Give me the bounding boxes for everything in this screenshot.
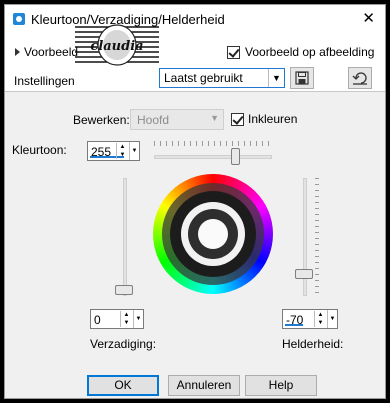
svg-text:claudia: claudia xyxy=(90,39,143,54)
saturation-spinner[interactable]: ▲ ▼ xyxy=(120,311,132,327)
expand-triangle-icon xyxy=(15,48,20,56)
colorize-label: Inkleuren xyxy=(248,112,298,126)
text-selection-underline xyxy=(285,324,303,326)
colorize-checkbox[interactable]: Inkleuren xyxy=(231,112,297,126)
ok-button[interactable]: OK xyxy=(87,375,159,396)
saturation-popup-arrow-icon[interactable]: ▼ xyxy=(133,310,143,328)
edit-channel-dropdown: Hoofd ▼ xyxy=(130,109,224,130)
hue-slider[interactable] xyxy=(154,141,272,169)
edit-label: Bewerken: xyxy=(73,113,130,127)
lightness-slider[interactable] xyxy=(295,178,319,296)
hue-spinner[interactable]: ▲ ▼ xyxy=(116,143,128,159)
lightness-spinner[interactable]: ▲ ▼ xyxy=(314,311,326,327)
saturation-slider[interactable] xyxy=(115,178,139,296)
checkbox-check-icon xyxy=(227,45,240,59)
edit-channel-value: Hoofd xyxy=(137,113,170,127)
slider-track xyxy=(154,155,272,159)
close-button[interactable]: ✕ xyxy=(362,9,375,29)
preview-panel: Voorbeeld Voorbeeld op afbeelding Instel… xyxy=(5,35,385,91)
preset-dropdown[interactable]: Laatst gebruikt ▼ xyxy=(159,68,285,88)
saturation-input[interactable]: 0 ▲ ▼ ▼ xyxy=(90,309,144,329)
claudia-watermark-logo: claudia xyxy=(75,24,159,66)
lightness-input[interactable]: -70 ▲ ▼ ▼ xyxy=(282,309,338,329)
title-bar: Kleurtoon/Verzadiging/Helderheid ✕ xyxy=(5,5,385,35)
checkbox-check-icon xyxy=(231,112,244,126)
hue-popup-arrow-icon[interactable]: ▼ xyxy=(129,142,139,160)
save-icon xyxy=(295,71,309,85)
preview-on-image-checkbox[interactable]: Voorbeeld op afbeelding xyxy=(227,45,374,59)
color-wheel xyxy=(153,174,273,294)
app-icon xyxy=(13,13,25,25)
slider-track xyxy=(123,178,127,296)
slider-ticks xyxy=(154,141,272,146)
settings-panel: Bewerken: Hoofd ▼ Inkleuren Kleurtoon: 2… xyxy=(5,91,385,398)
settings-label: Instellingen xyxy=(14,74,75,88)
lightness-label: Helderheid: xyxy=(282,337,344,351)
cancel-button[interactable]: Annuleren xyxy=(168,375,240,396)
help-button[interactable]: Help xyxy=(245,375,317,396)
reset-icon xyxy=(352,72,367,85)
hue-slider-thumb[interactable] xyxy=(231,148,240,165)
slider-ticks xyxy=(315,178,319,296)
reset-button[interactable] xyxy=(348,67,372,89)
hue-input[interactable]: 255 ▲ ▼ ▼ xyxy=(87,141,140,161)
chevron-down-icon: ▼ xyxy=(268,69,284,87)
preview-expander-label: Voorbeeld xyxy=(24,45,79,59)
save-preset-button[interactable] xyxy=(290,67,314,89)
lightness-popup-arrow-icon[interactable]: ▼ xyxy=(327,310,337,328)
preview-on-image-label: Voorbeeld op afbeelding xyxy=(245,45,375,59)
saturation-value: 0 xyxy=(94,313,101,327)
hue-label: Kleurtoon: xyxy=(12,143,67,157)
center-dot xyxy=(198,219,228,249)
dialog-window: Kleurtoon/Verzadiging/Helderheid ✕ Voorb… xyxy=(4,4,386,399)
lightness-slider-thumb[interactable] xyxy=(295,269,313,279)
saturation-slider-thumb[interactable] xyxy=(115,285,133,295)
preview-expander[interactable]: Voorbeeld xyxy=(15,45,78,59)
chevron-down-icon: ▼ xyxy=(210,113,219,123)
saturation-label: Verzadiging: xyxy=(90,337,157,351)
preset-value: Laatst gebruikt xyxy=(164,71,243,85)
